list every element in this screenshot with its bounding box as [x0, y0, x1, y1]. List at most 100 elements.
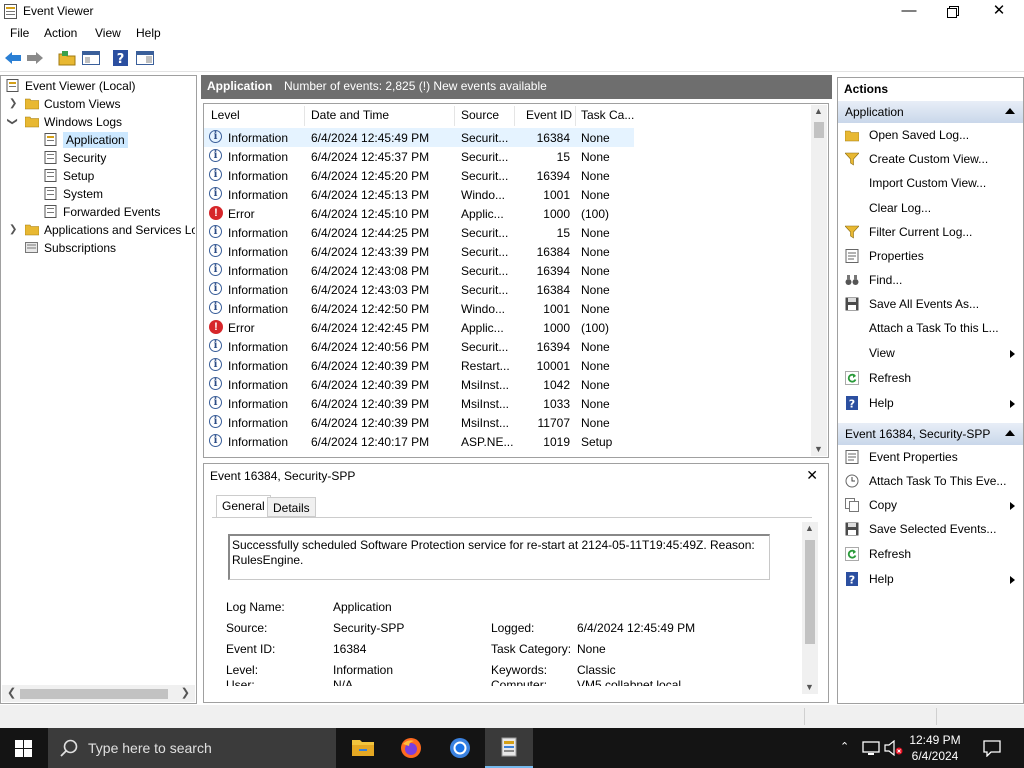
column-header-date[interactable]: Date and Time: [311, 108, 389, 122]
scroll-left-icon[interactable]: ❮: [7, 686, 16, 699]
event-row[interactable]: i Information 6/4/2024 12:45:37 PM Securit.…: [204, 147, 634, 166]
tree-item-event-viewer-local[interactable]: Event Viewer (Local): [6, 77, 136, 95]
close-detail-icon[interactable]: ✕: [806, 467, 818, 484]
help-icon[interactable]: ?: [112, 50, 130, 66]
taskbar-firefox[interactable]: [387, 728, 435, 768]
chevron-right-icon[interactable]: ❯: [9, 98, 17, 109]
action-refresh[interactable]: Refresh: [838, 368, 1023, 390]
event-row[interactable]: ! Error 6/4/2024 12:42:45 PM Applic... 1000 (…: [204, 318, 634, 337]
event-row[interactable]: i Information 6/4/2024 12:40:39 PM MsiInst.…: [204, 375, 634, 394]
minimize-button[interactable]: —: [886, 0, 932, 24]
taskbar-clock[interactable]: 12:49 PM 6/4/2024: [905, 732, 965, 764]
chevron-right-icon[interactable]: ❯: [9, 224, 17, 235]
action-copy[interactable]: Copy: [838, 495, 1023, 517]
column-header-event-id[interactable]: Event ID: [526, 108, 572, 122]
scroll-down-icon[interactable]: ▼: [814, 444, 823, 454]
tab-details[interactable]: Details: [267, 497, 316, 517]
action-filter-current-log[interactable]: Filter Current Log...: [838, 222, 1023, 244]
action-view[interactable]: View: [838, 343, 1023, 365]
collapse-icon[interactable]: [1005, 108, 1015, 114]
action-find[interactable]: Find...: [838, 270, 1023, 292]
scroll-up-icon[interactable]: ▲: [814, 106, 823, 116]
action-help[interactable]: ? Help: [838, 569, 1023, 591]
event-row[interactable]: i Information 6/4/2024 12:45:49 PM Securit.…: [204, 128, 634, 147]
event-row[interactable]: i Information 6/4/2024 12:42:50 PM Windo...…: [204, 299, 634, 318]
action-help[interactable]: ? Help: [838, 393, 1023, 415]
action-pane-icon[interactable]: [136, 50, 154, 66]
scroll-thumb[interactable]: [814, 122, 824, 138]
actions-section-application[interactable]: Application: [838, 101, 1023, 123]
scroll-thumb[interactable]: [805, 540, 815, 644]
tree-item-windows-logs[interactable]: Windows Logs: [25, 113, 122, 131]
tree-item-application[interactable]: Application: [44, 131, 128, 149]
submenu-arrow-icon: [1010, 350, 1015, 358]
action-attach-a-task-to-this-l[interactable]: Attach a Task To this L...: [838, 318, 1023, 340]
tree-item-applications-and-services[interactable]: Applications and Services Lo: [25, 221, 195, 239]
chevron-down-icon[interactable]: ❯: [7, 117, 18, 125]
event-row[interactable]: i Information 6/4/2024 12:40:39 PM Restart.…: [204, 356, 634, 375]
scroll-up-icon[interactable]: ▲: [805, 523, 814, 533]
menu-view[interactable]: View: [95, 26, 121, 40]
action-save-all-events-as[interactable]: Save All Events As...: [838, 294, 1023, 316]
tree-horizontal-scrollbar[interactable]: ❮ ❯: [2, 685, 195, 702]
action-save-selected-events[interactable]: Save Selected Events...: [838, 519, 1023, 541]
tree-item-custom-views[interactable]: Custom Views: [25, 95, 120, 113]
information-icon: i: [209, 282, 222, 295]
event-row[interactable]: i Information 6/4/2024 12:40:39 PM MsiInst.…: [204, 394, 634, 413]
tree-item-forwarded-events[interactable]: Forwarded Events: [44, 203, 160, 221]
column-header-task-category[interactable]: Task Ca...: [581, 108, 634, 122]
row-task-category: None: [581, 359, 610, 373]
network-icon[interactable]: [862, 740, 880, 756]
taskbar-file-explorer[interactable]: [339, 728, 387, 768]
close-window-button[interactable]: ✕: [976, 0, 1022, 24]
tree-item-security[interactable]: Security: [44, 149, 106, 167]
menu-file[interactable]: File: [10, 26, 29, 40]
tree-item-system[interactable]: System: [44, 185, 103, 203]
event-message-box[interactable]: Successfully scheduled Software Protecti…: [228, 534, 770, 580]
back-arrow-icon[interactable]: [4, 50, 22, 66]
event-row[interactable]: i Information 6/4/2024 12:43:08 PM Securit.…: [204, 261, 634, 280]
taskbar-chrome[interactable]: [436, 728, 484, 768]
tree-item-subscriptions[interactable]: Subscriptions: [25, 239, 116, 257]
action-create-custom-view[interactable]: Create Custom View...: [838, 149, 1023, 171]
taskbar-search-box[interactable]: Type here to search: [48, 728, 336, 768]
scroll-down-icon[interactable]: ▼: [805, 682, 814, 692]
notifications-icon[interactable]: [983, 739, 1001, 757]
event-row[interactable]: i Information 6/4/2024 12:45:20 PM Securit.…: [204, 166, 634, 185]
scroll-thumb[interactable]: [20, 689, 168, 699]
action-attach-task-to-this-eve[interactable]: Attach Task To This Eve...: [838, 471, 1023, 493]
action-refresh[interactable]: Refresh: [838, 544, 1023, 566]
action-properties[interactable]: Properties: [838, 246, 1023, 268]
event-row[interactable]: ! Error 6/4/2024 12:45:10 PM Applic... 1000 (…: [204, 204, 634, 223]
taskbar-event-viewer[interactable]: [485, 728, 533, 768]
event-list-vertical-scrollbar[interactable]: ▲ ▼: [811, 105, 827, 456]
action-import-custom-view[interactable]: Import Custom View...: [838, 173, 1023, 195]
event-row[interactable]: i Information 6/4/2024 12:40:56 PM Securit.…: [204, 337, 634, 356]
action-clear-log[interactable]: Clear Log...: [838, 198, 1023, 220]
restore-button[interactable]: [930, 0, 976, 24]
console-tree-icon[interactable]: [82, 50, 100, 66]
event-row[interactable]: i Information 6/4/2024 12:44:25 PM Securit.…: [204, 223, 634, 242]
menu-action[interactable]: Action: [44, 26, 77, 40]
event-row[interactable]: i Information 6/4/2024 12:43:03 PM Securit.…: [204, 280, 634, 299]
windows-start-icon[interactable]: [15, 740, 32, 757]
tab-general[interactable]: General: [216, 495, 271, 517]
open-folder-icon[interactable]: [58, 50, 76, 66]
forward-arrow-icon[interactable]: [26, 50, 44, 66]
column-header-source[interactable]: Source: [461, 108, 499, 122]
actions-section-event[interactable]: Event 16384, Security-SPP: [838, 423, 1023, 445]
event-row[interactable]: i Information 6/4/2024 12:45:13 PM Windo...…: [204, 185, 634, 204]
column-header-level[interactable]: Level: [211, 108, 240, 122]
event-row[interactable]: i Information 6/4/2024 12:43:39 PM Securit.…: [204, 242, 634, 261]
action-open-saved-log[interactable]: Open Saved Log...: [838, 125, 1023, 147]
event-row[interactable]: i Information 6/4/2024 12:40:17 PM ASP.NE..…: [204, 432, 634, 451]
tree-item-setup[interactable]: Setup: [44, 167, 94, 185]
volume-muted-icon[interactable]: [884, 740, 904, 756]
event-row[interactable]: i Information 6/4/2024 12:40:39 PM MsiInst.…: [204, 413, 634, 432]
collapse-icon[interactable]: [1005, 430, 1015, 436]
detail-vertical-scrollbar[interactable]: ▲ ▼: [802, 522, 818, 694]
menu-help[interactable]: Help: [136, 26, 161, 40]
scroll-right-icon[interactable]: ❯: [181, 686, 190, 699]
chevron-up-icon[interactable]: ⌃: [840, 740, 849, 753]
action-event-properties[interactable]: Event Properties: [838, 447, 1023, 469]
